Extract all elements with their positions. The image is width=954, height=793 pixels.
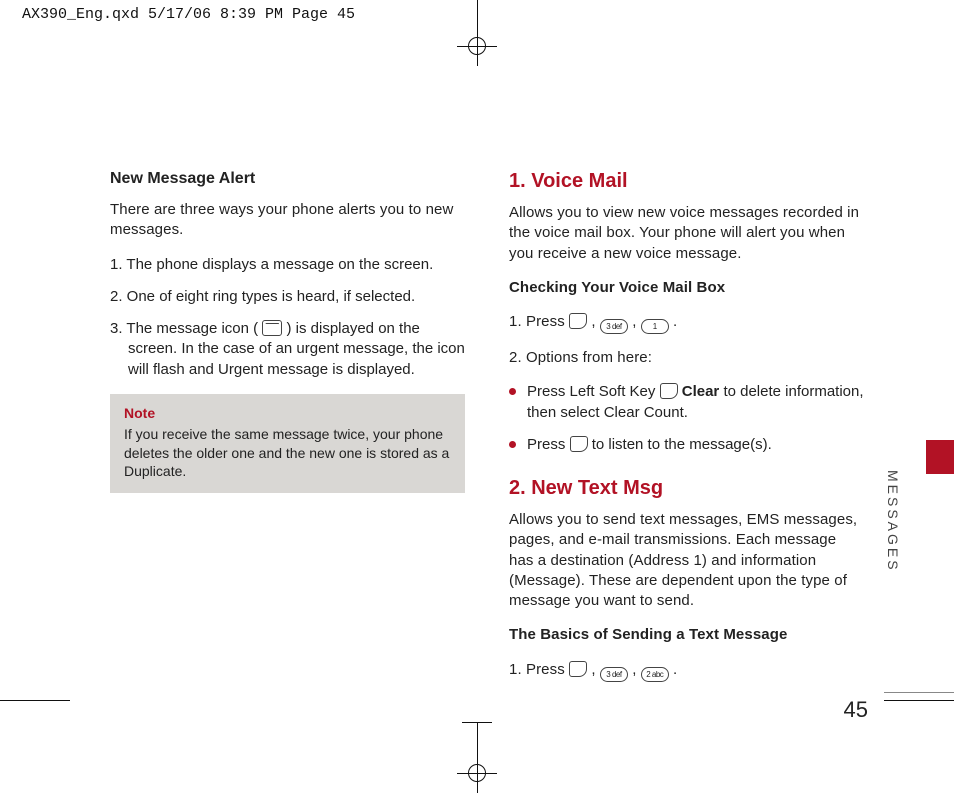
- softkey-icon: [570, 436, 588, 452]
- list-item: Press Left Soft Key Clear to delete info…: [509, 382, 864, 423]
- list-item: 1. The phone displays a message on the s…: [110, 255, 465, 275]
- note-box: Note If you receive the same message twi…: [110, 394, 465, 494]
- key-2-icon: 2 abc: [641, 667, 669, 682]
- text-fragment: Press Left Soft Key: [527, 383, 660, 400]
- voicemail-options: Press Left Soft Key Clear to delete info…: [509, 382, 864, 455]
- list-item: 3. The message icon ( ) is displayed on …: [110, 319, 465, 380]
- text-fragment: Press: [527, 436, 570, 453]
- right-column: 1. Voice Mail Allows you to view new voi…: [509, 170, 864, 696]
- text-fragment: 3. The message icon (: [110, 320, 258, 337]
- text-fragment: 1. Press: [509, 661, 569, 678]
- crop-mark-bottom: [457, 753, 497, 793]
- text-fragment: 1. Press: [509, 313, 569, 330]
- heading-checking-voicemail: Checking Your Voice Mail Box: [509, 278, 864, 298]
- voicemail-step-2: 2. Options from here:: [509, 348, 864, 368]
- text-fragment: .: [673, 661, 677, 678]
- text-fragment: to listen to the message(s).: [592, 436, 772, 453]
- text-fragment: .: [673, 313, 677, 330]
- voice-mail-intro: Allows you to view new voice messages re…: [509, 203, 864, 264]
- new-text-msg-intro: Allows you to send text messages, EMS me…: [509, 510, 864, 611]
- softkey-icon: [660, 383, 678, 399]
- note-title: Note: [124, 404, 451, 423]
- crop-header: AX390_Eng.qxd 5/17/06 8:39 PM Page 45: [22, 6, 355, 23]
- heading-new-text-msg: 2. New Text Msg: [509, 477, 864, 500]
- page-body: New Message Alert There are three ways y…: [0, 40, 954, 753]
- text-fragment: ,: [591, 661, 600, 678]
- text-fragment: ,: [632, 313, 641, 330]
- list-item: Press to listen to the message(s).: [509, 435, 864, 455]
- heading-voice-mail: 1. Voice Mail: [509, 170, 864, 193]
- softkey-icon: [569, 661, 587, 677]
- softkey-icon: [569, 313, 587, 329]
- text-fragment: ,: [591, 313, 600, 330]
- text-fragment: ,: [632, 661, 641, 678]
- left-column: New Message Alert There are three ways y…: [110, 170, 465, 696]
- text-msg-step-1: 1. Press , 3 def , 2 abc .: [509, 660, 864, 682]
- new-message-alert-intro: There are three ways your phone alerts y…: [110, 200, 465, 241]
- clear-label: Clear: [682, 383, 720, 400]
- note-body: If you receive the same message twice, y…: [124, 426, 449, 480]
- key-3-icon: 3 def: [600, 319, 628, 334]
- envelope-icon: [262, 320, 282, 336]
- heading-basics-text: The Basics of Sending a Text Message: [509, 625, 864, 645]
- new-message-alert-list: 1. The phone displays a message on the s…: [110, 255, 465, 380]
- voicemail-step-1: 1. Press , 3 def , 1 .: [509, 312, 864, 334]
- heading-new-message-alert: New Message Alert: [110, 170, 465, 188]
- key-3-icon: 3 def: [600, 667, 628, 682]
- list-item: 2. One of eight ring types is heard, if …: [110, 287, 465, 307]
- key-1-icon: 1: [641, 319, 669, 334]
